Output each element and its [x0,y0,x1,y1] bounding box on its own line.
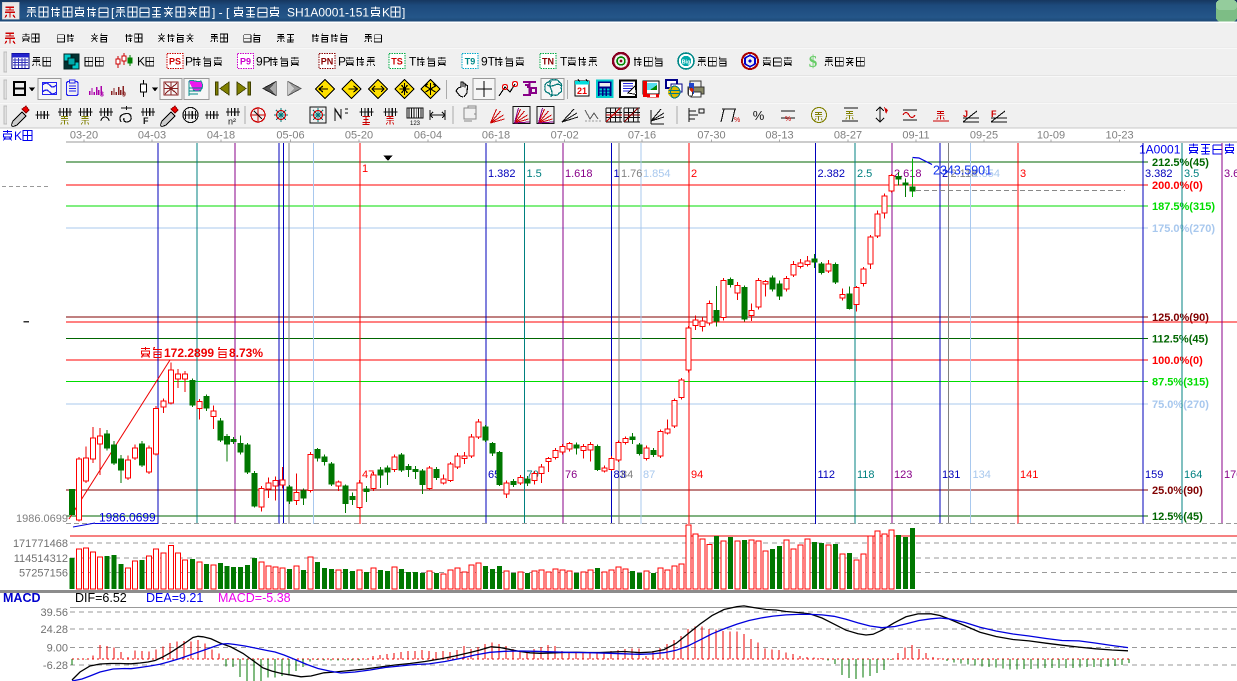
svg-text:25.0%(90): 25.0%(90) [1152,485,1203,497]
svg-text:114514312: 114514312 [14,553,68,565]
svg-text:3.382: 3.382 [1145,168,1173,180]
svg-text:9P: 9P [256,55,271,69]
svg-text:8.73%: 8.73% [229,346,263,360]
svg-text:1986.0699: 1986.0699 [99,511,156,525]
svg-text:172.2899: 172.2899 [164,346,214,360]
svg-text:T9: T9 [465,57,476,67]
svg-text:%: % [734,117,740,124]
svg-text:123: 123 [410,121,421,127]
svg-text:200.0%(0): 200.0%(0) [1152,180,1203,192]
svg-text:21: 21 [577,86,587,96]
svg-text:%: % [753,108,765,123]
svg-text:3: 3 [100,92,104,99]
svg-text:1.854: 1.854 [643,168,671,180]
svg-text:87: 87 [643,469,655,481]
svg-text:9.00: 9.00 [47,643,68,655]
svg-text:141: 141 [1020,469,1038,481]
svg-text:12.5%(45): 12.5%(45) [1152,511,1203,523]
svg-text:118: 118 [857,469,875,481]
svg-text:171771468: 171771468 [13,538,68,550]
svg-text:3.618: 3.618 [1224,168,1237,180]
svg-text:75.0%(270): 75.0%(270) [1152,399,1209,411]
svg-text:3.5: 3.5 [1184,168,1199,180]
svg-text:DIF=6.52: DIF=6.52 [75,591,127,605]
svg-text:2.5: 2.5 [857,168,872,180]
svg-text:1: 1 [614,168,620,180]
svg-text:164: 164 [1184,469,1202,481]
svg-text:PN: PN [321,57,334,67]
svg-text:1A0001: 1A0001 [1139,143,1181,157]
svg-text:MACD: MACD [3,591,41,605]
svg-text:87.5%(315): 87.5%(315) [1152,377,1209,389]
svg-text:1.618: 1.618 [565,168,593,180]
svg-text:$: $ [809,52,818,71]
svg-text:K: K [382,6,390,20]
svg-text:131: 131 [942,469,960,481]
svg-text:94: 94 [691,469,703,481]
svg-text:PS: PS [169,57,181,67]
svg-text:24.28: 24.28 [40,624,68,636]
svg-text:112: 112 [818,469,836,481]
svg-text:J: J [963,109,968,119]
svg-text:MACD=-5.38: MACD=-5.38 [218,591,291,605]
svg-text:39.56: 39.56 [40,607,68,619]
svg-text:] - [: ] - [ [212,6,230,20]
svg-text:1: 1 [362,163,368,175]
svg-text:n²: n² [228,117,236,127]
svg-text:%: % [785,116,791,123]
svg-text:Big: Big [682,60,691,66]
svg-text:2343.5901: 2343.5901 [933,164,992,178]
svg-text:1.382: 1.382 [488,168,516,180]
svg-text:K: K [137,55,145,69]
svg-text:57257156: 57257156 [19,568,68,580]
svg-text:TS: TS [391,57,403,67]
svg-text:9: 9 [122,92,126,99]
svg-text:9T: 9T [481,55,496,69]
svg-text:175.0%(270): 175.0%(270) [1152,223,1215,235]
svg-text:K: K [14,129,22,143]
svg-text:]: ] [402,6,405,20]
svg-text:112.5%(45): 112.5%(45) [1152,334,1209,346]
svg-text:F: F [143,116,149,126]
svg-text:DEA=9.21: DEA=9.21 [146,591,203,605]
svg-text:187.5%(315): 187.5%(315) [1152,201,1215,213]
svg-text:123: 123 [894,469,912,481]
svg-text:76: 76 [565,469,577,481]
svg-text:2: 2 [691,168,697,180]
svg-text:T: T [560,55,568,69]
svg-text:SH1A0001-151: SH1A0001-151 [287,6,369,20]
svg-text:1.76: 1.76 [621,168,642,180]
svg-text:3: 3 [1020,168,1026,180]
svg-text:170: 170 [1224,469,1237,481]
svg-text:2.382: 2.382 [818,168,846,180]
svg-text:F: F [991,109,997,119]
svg-text:1986.0699: 1986.0699 [16,513,68,525]
svg-text:P: P [338,55,346,69]
svg-text:P: P [185,55,193,69]
svg-text:134: 134 [973,469,991,481]
svg-text:T: T [409,55,417,69]
svg-text:TN: TN [542,57,554,67]
svg-text:P9: P9 [240,57,251,67]
svg-text:84: 84 [621,469,633,481]
svg-text:-6.28: -6.28 [43,660,68,672]
svg-text:100.0%(0): 100.0%(0) [1152,355,1203,367]
svg-text:159: 159 [1145,469,1163,481]
svg-text:1.5: 1.5 [527,168,542,180]
